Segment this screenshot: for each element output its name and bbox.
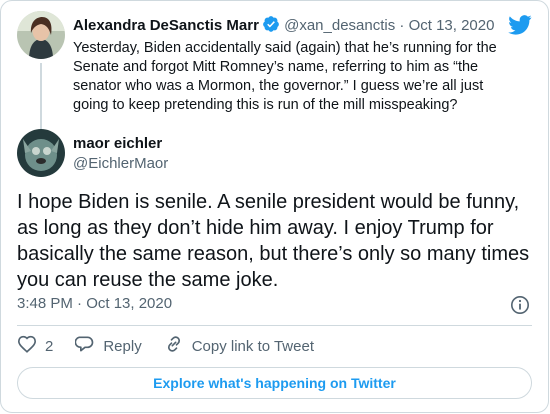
copy-link-button[interactable]: Copy link to Tweet bbox=[164, 334, 314, 358]
heart-icon bbox=[17, 335, 45, 357]
link-icon bbox=[164, 334, 192, 358]
reply-bubble-icon bbox=[74, 334, 103, 358]
divider bbox=[17, 325, 532, 326]
info-icon[interactable] bbox=[510, 295, 530, 320]
parent-author-name[interactable]: Alexandra DeSanctis Marr bbox=[73, 17, 259, 34]
copy-link-label: Copy link to Tweet bbox=[191, 337, 314, 355]
reply-avatar[interactable] bbox=[17, 129, 65, 177]
tweet-actions: 2 Reply Copy link to Tweet bbox=[17, 335, 336, 357]
explore-twitter-button[interactable]: Explore what's happening on Twitter bbox=[17, 367, 532, 399]
parent-date[interactable]: Oct 13, 2020 bbox=[409, 17, 495, 34]
tweet-timestamp[interactable]: 3:48 PM · Oct 13, 2020 bbox=[17, 295, 172, 312]
reply-button[interactable]: Reply bbox=[74, 334, 142, 358]
parent-header: Alexandra DeSanctis Marr @xan_desanctis … bbox=[73, 15, 494, 39]
reply-author-name[interactable]: maor eichler bbox=[73, 135, 162, 152]
reply-handle[interactable]: @EichlerMaor bbox=[73, 155, 168, 172]
like-button[interactable]: 2 bbox=[17, 335, 53, 357]
tweet-embed-card: Alexandra DeSanctis Marr @xan_desanctis … bbox=[0, 0, 549, 413]
parent-tweet-text: Yesterday, Biden accidentally said (agai… bbox=[73, 40, 497, 113]
twitter-bird-icon[interactable] bbox=[508, 15, 532, 40]
reply-label: Reply bbox=[103, 337, 142, 355]
like-count: 2 bbox=[45, 337, 54, 355]
reply-tweet-text: I hope Biden is senile. A senile preside… bbox=[17, 191, 530, 291]
separator-dot: · bbox=[399, 17, 405, 34]
parent-handle[interactable]: @xan_desanctis bbox=[284, 17, 395, 34]
parent-avatar[interactable] bbox=[17, 11, 65, 59]
verified-badge-icon bbox=[262, 15, 280, 39]
parent-tweet[interactable]: Alexandra DeSanctis Marr @xan_desanctis … bbox=[17, 11, 532, 139]
thread-connector-line bbox=[40, 63, 42, 139]
